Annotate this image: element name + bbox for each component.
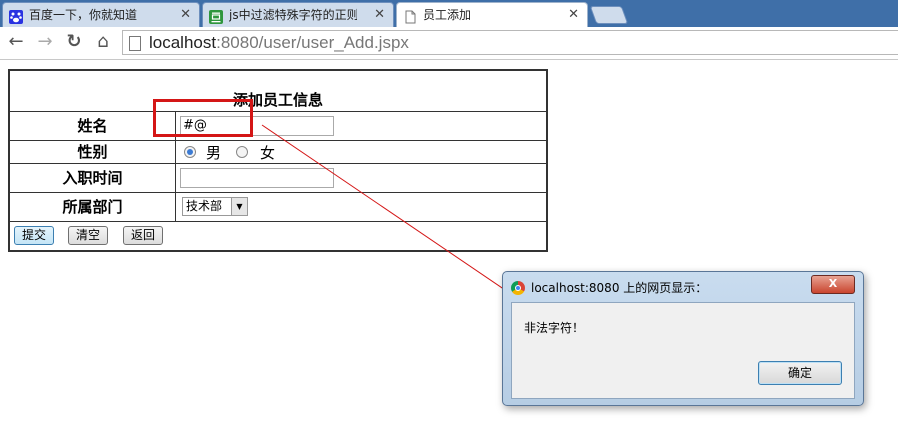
name-row: 姓名 #@	[10, 112, 546, 141]
tab-strip: 百度一下，你就知道 ✕ js中过滤特殊字符的正则表 ✕ 员工添加 ✕	[0, 0, 898, 28]
dialog-message: 非法字符！	[524, 321, 585, 335]
gender-label: 性别	[10, 141, 176, 163]
tab-douban[interactable]: js中过滤特殊字符的正则表 ✕	[202, 2, 394, 27]
department-label: 所属部门	[10, 193, 176, 221]
hire-date-row: 入职时间	[10, 164, 546, 193]
browser-toolbar: ← → ↻ ⌂ localhost:8080/user/user_Add.jsp…	[0, 27, 898, 60]
form-caption: 添加员工信息	[232, 91, 323, 109]
employee-form-table: 添加员工信息 姓名 #@ 性别 男 女 入职时间 所属部门 技术部 ▼ 提交 清…	[8, 69, 548, 252]
reload-icon[interactable]: ↻	[63, 31, 85, 53]
tab-title: 百度一下，你就知道	[29, 8, 138, 22]
douban-icon	[209, 8, 223, 24]
home-icon[interactable]: ⌂	[92, 31, 114, 53]
url-path: :8080/user/user_Add.jspx	[216, 33, 409, 52]
page-icon	[403, 8, 417, 24]
button-row: 提交 清空 返回	[10, 222, 546, 250]
baidu-paw-icon	[9, 8, 23, 24]
caption-row: 添加员工信息	[10, 71, 546, 112]
dialog-body: 非法字符！ 确定	[511, 302, 855, 399]
close-icon[interactable]: ✕	[180, 3, 191, 27]
department-select[interactable]: 技术部 ▼	[182, 197, 248, 216]
annotation-highlight-box	[153, 99, 253, 137]
address-bar[interactable]: localhost:8080/user/user_Add.jspx	[122, 30, 898, 55]
tab-employee-add[interactable]: 员工添加 ✕	[396, 2, 588, 28]
dialog-close-button[interactable]: X	[811, 275, 855, 294]
department-selected-value: 技术部	[186, 199, 223, 213]
url-host: localhost	[149, 33, 217, 52]
submit-button[interactable]: 提交	[14, 226, 54, 245]
department-row: 所属部门 技术部 ▼	[10, 193, 546, 222]
page-icon	[129, 36, 141, 51]
hire-date-input[interactable]	[180, 168, 334, 188]
tab-title: 员工添加	[423, 8, 472, 22]
gender-male-radio[interactable]	[184, 146, 196, 158]
dialog-title: localhost:8080 上的网页显示：	[531, 281, 708, 295]
gender-male-label: 男	[206, 144, 222, 162]
gender-female-label: 女	[260, 144, 276, 162]
tab-baidu[interactable]: 百度一下，你就知道 ✕	[2, 2, 200, 27]
close-icon[interactable]: ✕	[374, 3, 385, 27]
tab-title: js中过滤特殊字符的正则表	[229, 8, 357, 22]
forward-arrow-icon[interactable]: →	[34, 31, 56, 53]
chrome-logo-icon	[511, 281, 525, 295]
ok-button[interactable]: 确定	[758, 361, 842, 385]
gender-row: 性别 男 女	[10, 141, 546, 164]
name-label: 姓名	[10, 112, 176, 140]
url-text: localhost:8080/user/user_Add.jspx	[149, 33, 409, 53]
hire-date-label: 入职时间	[10, 164, 176, 192]
chevron-down-icon: ▼	[231, 198, 247, 215]
new-tab-button[interactable]	[589, 6, 629, 24]
close-icon[interactable]: ✕	[568, 3, 579, 27]
gender-female-radio[interactable]	[236, 146, 248, 158]
back-arrow-icon[interactable]: ←	[5, 31, 27, 53]
back-button[interactable]: 返回	[123, 226, 163, 245]
alert-dialog: localhost:8080 上的网页显示： X 非法字符！ 确定	[502, 271, 864, 406]
clear-button[interactable]: 清空	[68, 226, 108, 245]
